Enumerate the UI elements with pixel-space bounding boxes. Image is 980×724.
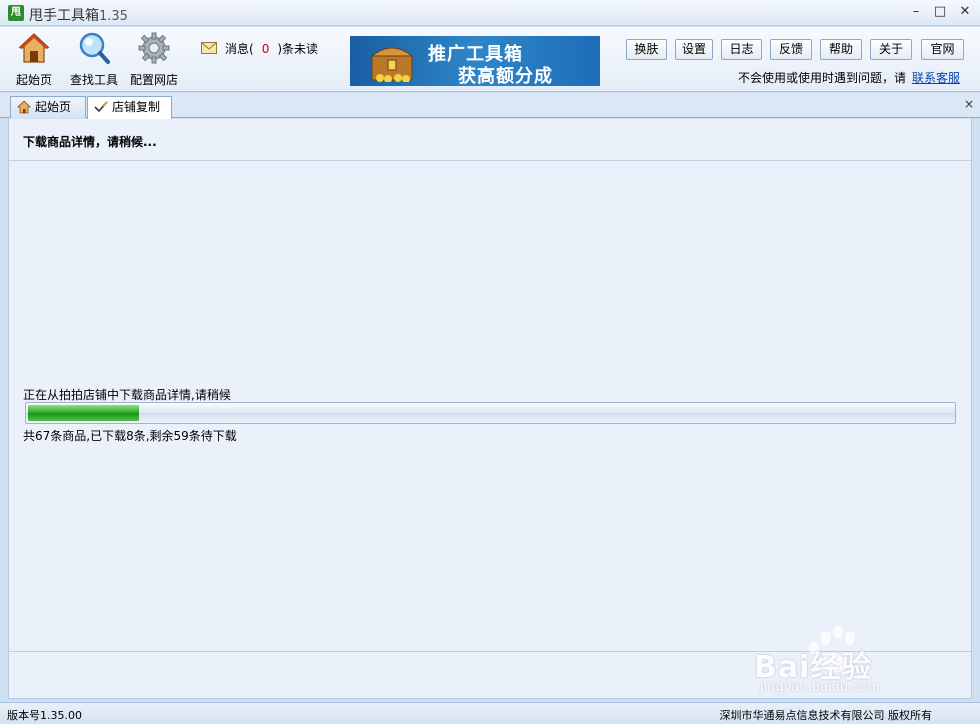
window-title: 甩手工具箱1.35 <box>29 5 128 25</box>
home-icon <box>17 100 31 114</box>
unread-count: 0 <box>261 42 270 56</box>
watermark-url: jingyan.baidu.com <box>760 680 880 695</box>
checkmark-pen-icon <box>94 101 108 113</box>
message-prefix: 消息( <box>225 42 254 56</box>
help-button[interactable]: 帮助 <box>820 39 862 60</box>
close-tab-icon[interactable]: × <box>964 97 974 111</box>
minimize-button[interactable]: – <box>906 3 926 21</box>
feedback-button[interactable]: 反馈 <box>770 39 812 60</box>
tab-home-label: 起始页 <box>35 100 72 114</box>
banner-line2: 获高额分成 <box>458 66 553 86</box>
about-button[interactable]: 关于 <box>870 39 912 60</box>
help-text: 不会使用或使用时遇到问题，请 <box>737 71 906 85</box>
progress-label: 正在从拍拍店铺中下载商品详情,请稍候 <box>23 388 231 402</box>
tab-store-copy[interactable]: 店铺复制 <box>87 96 172 119</box>
magnifier-icon <box>79 32 110 64</box>
message-indicator[interactable]: 消息( 0 )条未读 <box>201 40 318 57</box>
tab-home[interactable]: 起始页 <box>10 96 86 118</box>
close-window-button[interactable]: ✕ <box>955 3 975 21</box>
progress-summary: 共67条商品,已下载8条,剩余59条待下载 <box>23 429 237 443</box>
help-prompt: 不会使用或使用时遇到问题，请 联系客服 <box>738 69 960 86</box>
message-suffix: )条未读 <box>277 42 319 56</box>
title-bar: 甩 甩手工具箱1.35 – □ ✕ <box>0 0 980 26</box>
download-progress-bar <box>25 402 956 424</box>
page-heading: 下载商品详情，请稍候... <box>23 135 157 149</box>
home-icon <box>18 33 50 63</box>
main-toolbar: 起始页 查找工具 配置网店 消息( 0 )条未读 推广工具箱 获高额分成 换肤 … <box>0 27 980 92</box>
app-version: 1.35 <box>99 9 128 24</box>
configure-store-button[interactable]: 配置网店 <box>127 31 181 88</box>
home-tool-label: 起始页 <box>15 73 52 87</box>
maximize-button[interactable]: □ <box>930 3 950 21</box>
progress-fill <box>28 405 139 421</box>
app-name: 甩手工具箱 <box>29 8 99 24</box>
header-divider <box>9 160 971 161</box>
treasure-chest-icon <box>370 47 414 82</box>
version-label: 版本号1.35.00 <box>7 709 82 722</box>
tab-strip: 起始页 店铺复制 × <box>0 93 980 119</box>
settings-button[interactable]: 设置 <box>675 39 713 60</box>
find-tool-button[interactable]: 查找工具 <box>66 31 122 88</box>
find-tool-label: 查找工具 <box>69 73 118 87</box>
contact-support-link[interactable]: 联系客服 <box>912 71 960 85</box>
gear-icon <box>138 32 170 64</box>
home-tool-button[interactable]: 起始页 <box>12 31 56 88</box>
baidu-watermark: Bai经验 jingyan.baidu.com <box>754 618 950 698</box>
store-copy-panel: 下载商品详情，请稍候... 正在从拍拍店铺中下载商品详情,请稍候 共67条商品,… <box>8 119 972 699</box>
skin-button[interactable]: 换肤 <box>626 39 667 60</box>
configure-store-label: 配置网店 <box>129 73 178 87</box>
website-button[interactable]: 官网 <box>921 39 964 60</box>
tab-store-copy-label: 店铺复制 <box>112 100 161 114</box>
copyright-label: 深圳市华通易点信息技术有限公司 版权所有 <box>719 709 933 722</box>
app-logo-icon: 甩 <box>8 5 24 21</box>
envelope-icon <box>201 42 217 54</box>
log-button[interactable]: 日志 <box>721 39 762 60</box>
promo-banner[interactable]: 推广工具箱 获高额分成 <box>350 36 600 86</box>
status-bar: 版本号1.35.00 深圳市华通易点信息技术有限公司 版权所有 <box>0 702 980 724</box>
